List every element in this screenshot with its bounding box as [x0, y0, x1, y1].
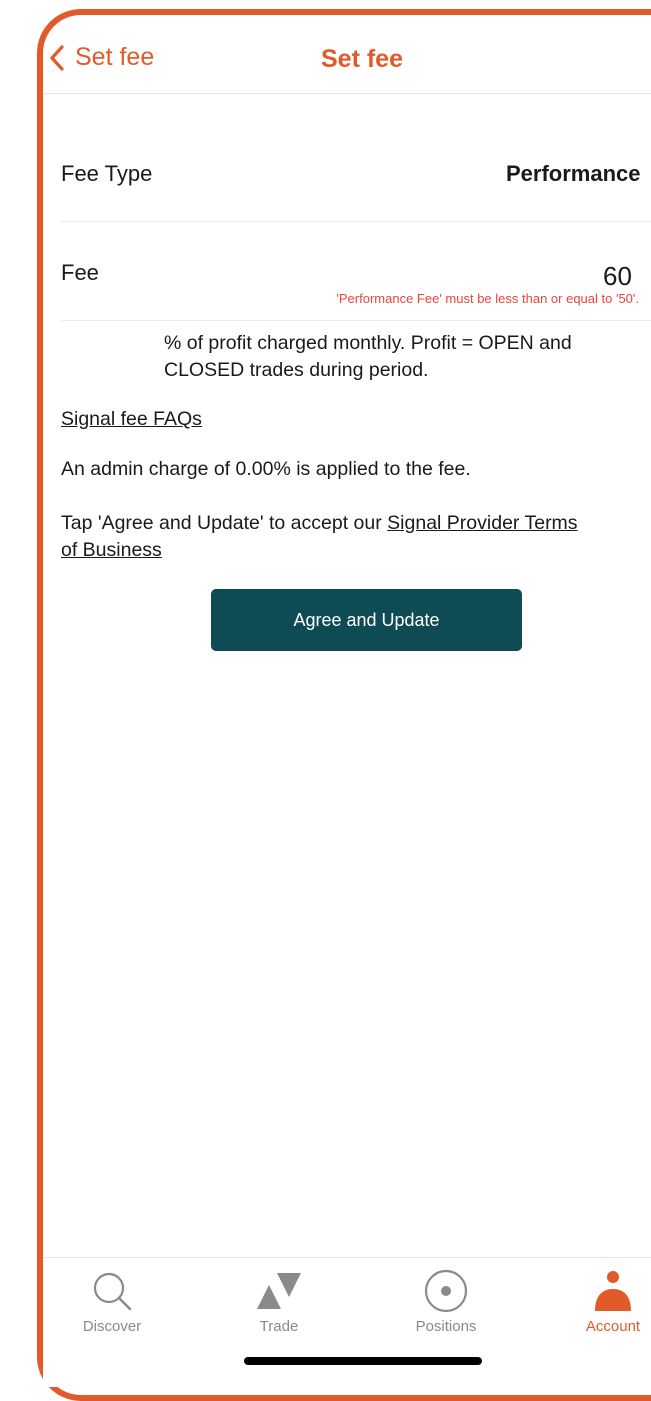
terms-text: Tap 'Agree and Update' to accept our Sig… — [61, 510, 651, 564]
signal-fee-faqs-link[interactable]: Signal fee FAQs — [61, 408, 202, 430]
fee-input[interactable]: 60 — [603, 261, 632, 292]
fee-type-label: Fee Type — [61, 161, 153, 186]
fee-type-value[interactable]: Performance — [506, 161, 641, 187]
fee-error-message: 'Performance Fee' must be less than or e… — [336, 291, 639, 306]
tab-label: Trade — [259, 1318, 299, 1335]
divider — [61, 320, 651, 321]
tab-discover[interactable]: Discover — [52, 1266, 172, 1335]
positions-icon — [386, 1266, 506, 1316]
fee-description: % of profit charged monthly. Profit = OP… — [164, 332, 572, 381]
tab-label: Positions — [415, 1318, 477, 1335]
account-icon — [553, 1266, 651, 1316]
search-icon — [52, 1266, 172, 1316]
trade-icon — [219, 1266, 339, 1316]
signal-provider-terms-link[interactable]: Signal Provider Terms — [387, 512, 577, 534]
tab-bar: Discover Trade Positions Account — [43, 1257, 651, 1387]
tab-trade[interactable]: Trade — [219, 1266, 339, 1335]
faq-link-row: Signal fee FAQs — [61, 408, 202, 431]
signal-provider-terms-link-cont[interactable]: of Business — [61, 539, 162, 561]
terms-prefix: Tap 'Agree and Update' to accept our — [61, 512, 388, 534]
fee-label: Fee — [61, 260, 99, 285]
nav-header: Set fee Set fee — [43, 15, 651, 94]
page-title: Set fee — [321, 45, 403, 73]
app-screen: Set fee Set fee Fee Type Performance Fee… — [43, 15, 651, 1387]
tab-account[interactable]: Account — [553, 1266, 651, 1335]
agree-and-update-button[interactable]: Agree and Update — [211, 589, 522, 651]
tab-positions[interactable]: Positions — [386, 1266, 506, 1335]
tab-label: Discover — [82, 1318, 142, 1335]
home-indicator — [244, 1357, 482, 1365]
tab-label: Account — [585, 1318, 641, 1335]
divider — [61, 221, 651, 222]
admin-charge-text: An admin charge of 0.00% is applied to t… — [61, 458, 471, 480]
